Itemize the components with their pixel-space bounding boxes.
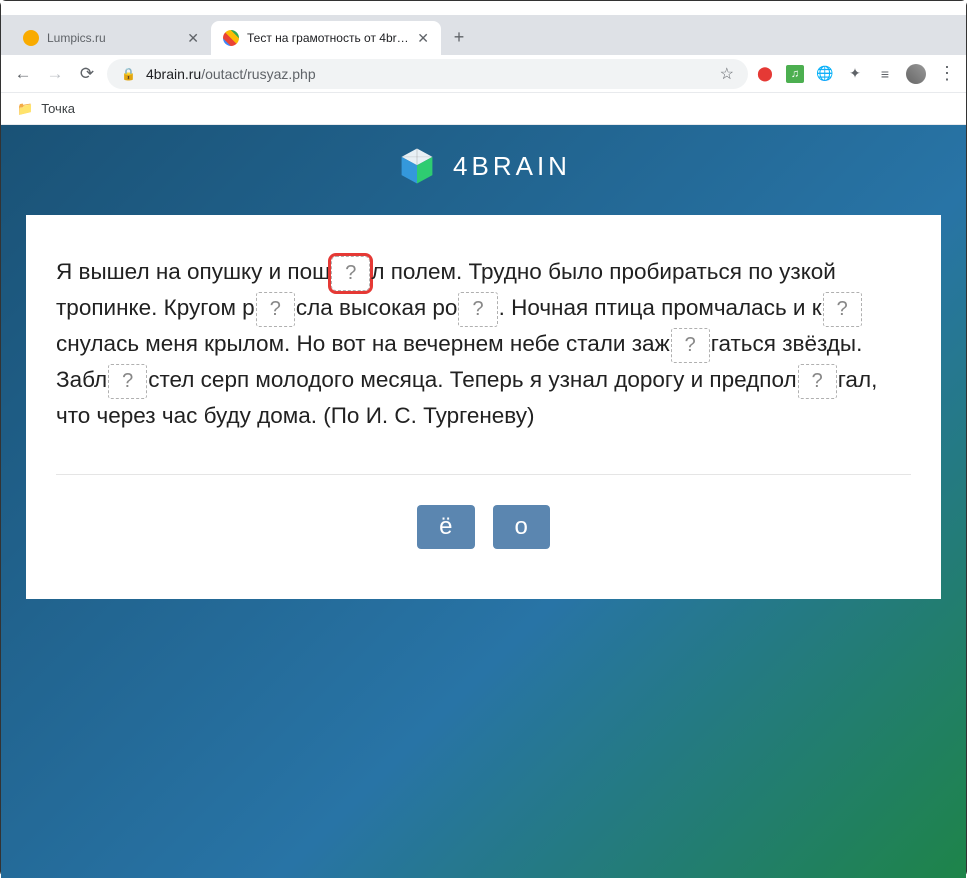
tab-bar: Lumpics.ru ✕ Тест на грамотность от 4bra… [1, 15, 966, 55]
favicon-icon [23, 30, 39, 46]
tab-4brain[interactable]: Тест на грамотность от 4brain - ✕ [211, 21, 441, 55]
lock-icon: 🔒 [121, 67, 136, 81]
titlebar [1, 1, 966, 15]
blank-7[interactable]: ? [798, 364, 837, 399]
blank-1[interactable]: ? [331, 256, 370, 291]
task-text: Я вышел на опушку и пош?л полем. Трудно … [56, 255, 911, 434]
bookmarks-bar: 📁 Точка [1, 93, 966, 125]
answer-row: ё о [56, 505, 911, 549]
new-tab-button[interactable]: + [445, 23, 473, 51]
toolbar: ← → ⟳ 🔒 4brain.ru/outact/rusyaz.php ☆ ⬤ … [1, 55, 966, 93]
close-tab-icon[interactable]: ✕ [417, 30, 429, 47]
extension-music-icon[interactable]: ♫ [786, 65, 804, 83]
tab-title: Lumpics.ru [47, 31, 179, 45]
answer-option-2[interactable]: о [493, 505, 550, 549]
bookmark-item[interactable]: Точка [41, 101, 75, 116]
star-icon[interactable]: ☆ [720, 64, 734, 84]
blank-2[interactable]: ? [256, 292, 295, 327]
favicon-icon [223, 30, 239, 46]
extension-globe-icon[interactable]: 🌐 [816, 65, 834, 83]
blank-3[interactable]: ? [458, 292, 497, 327]
reload-button[interactable]: ⟳ [75, 64, 99, 84]
url-text: 4brain.ru/outact/rusyaz.php [146, 66, 316, 82]
extensions: ⬤ ♫ 🌐 ✦ ≡ ⋮ [756, 63, 956, 84]
blank-6[interactable]: ? [108, 364, 147, 399]
profile-avatar[interactable] [906, 64, 926, 84]
logo-text: 4BRAIN [453, 151, 571, 182]
forward-button[interactable]: → [43, 64, 67, 84]
logo: 4BRAIN [1, 145, 966, 187]
address-bar[interactable]: 🔒 4brain.ru/outact/rusyaz.php ☆ [107, 59, 748, 89]
logo-cube-icon [396, 145, 438, 187]
extension-list-icon[interactable]: ≡ [876, 65, 894, 83]
extension-opera-icon[interactable]: ⬤ [756, 65, 774, 83]
divider [56, 474, 911, 475]
close-tab-icon[interactable]: ✕ [187, 30, 199, 47]
tab-title: Тест на грамотность от 4brain - [247, 31, 409, 45]
answer-option-1[interactable]: ё [417, 505, 474, 549]
blank-4[interactable]: ? [823, 292, 862, 327]
tab-lumpics[interactable]: Lumpics.ru ✕ [11, 21, 211, 55]
quiz-card: Я вышел на опушку и пош?л полем. Трудно … [26, 215, 941, 599]
back-button[interactable]: ← [11, 64, 35, 84]
folder-icon: 📁 [17, 101, 33, 117]
blank-5[interactable]: ? [671, 328, 710, 363]
extensions-icon[interactable]: ✦ [846, 65, 864, 83]
menu-icon[interactable]: ⋮ [938, 63, 956, 84]
page-content: 4BRAIN Я вышел на опушку и пош?л полем. … [1, 125, 966, 878]
